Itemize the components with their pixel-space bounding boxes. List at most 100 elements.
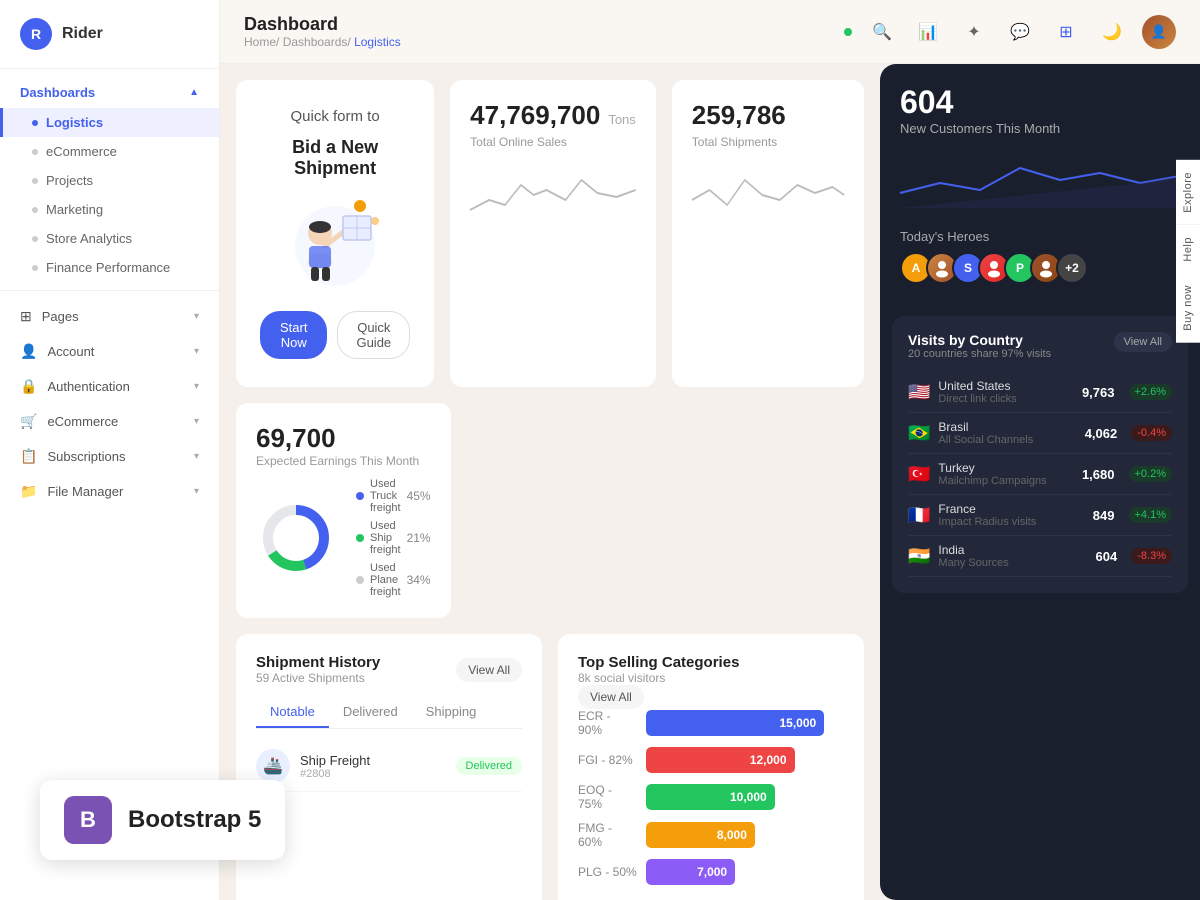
bootstrap-icon: B xyxy=(64,796,112,844)
visits-header-text: Visits by Country 20 countries share 97%… xyxy=(908,332,1051,360)
fr-name: France xyxy=(938,502,1036,516)
help-tab[interactable]: Help xyxy=(1176,225,1200,274)
shipment-history-card: Shipment History 59 Active Shipments Vie… xyxy=(236,634,542,900)
breadcrumb-home[interactable]: Home/ xyxy=(244,35,283,49)
in-flag: 🇮🇳 xyxy=(908,546,930,567)
promo-buttons: Start Now Quick Guide xyxy=(260,311,410,359)
subscriptions-icon: 📋 xyxy=(20,448,37,465)
moon-icon[interactable]: 🌙 xyxy=(1096,16,1128,48)
categories-view-all-button[interactable]: View All xyxy=(578,685,644,709)
ecommerce-icon: 🛒 xyxy=(20,413,37,430)
bar-plg-fill: 7,000 xyxy=(646,859,735,885)
us-source: Direct link clicks xyxy=(938,393,1016,405)
bar-fmg: FMG - 60% 8,000 xyxy=(578,821,844,849)
categories-bars: ECR - 90% 15,000 FGI - 82% 1 xyxy=(578,709,844,885)
truck-label: Used Truck freight xyxy=(370,478,401,514)
categories-card-header: Top Selling Categories 8k social visitor… xyxy=(578,654,844,709)
user-avatar[interactable]: 👤 xyxy=(1142,15,1176,49)
grid-icon[interactable]: ⊞ xyxy=(1050,16,1082,48)
tr-change: +0.2% xyxy=(1129,466,1173,482)
header-right: 🔍 📊 ✦ 💬 ⊞ 🌙 👤 xyxy=(844,15,1176,49)
sidebar-nav-subscriptions[interactable]: 📋 Subscriptions ▾ xyxy=(0,439,219,474)
ship-value: 21% xyxy=(407,531,431,545)
plane-dot xyxy=(356,576,364,584)
shipment-view-all-button[interactable]: View All xyxy=(456,658,522,682)
total-sales-unit: Tons xyxy=(608,112,635,127)
buy-now-tab[interactable]: Buy now xyxy=(1176,273,1200,343)
sidebar-item-projects[interactable]: Projects xyxy=(0,166,219,195)
tab-notable[interactable]: Notable xyxy=(256,697,329,728)
br-change: -0.4% xyxy=(1131,425,1172,441)
main-area: Dashboard Home/ Dashboards/ Logistics 🔍 … xyxy=(220,0,1200,900)
sidebar-item-label: Store Analytics xyxy=(46,231,132,246)
promo-illustration xyxy=(265,191,405,291)
start-now-button[interactable]: Start Now xyxy=(260,311,327,359)
account-icon: 👤 xyxy=(20,343,37,360)
nav-label: Pages xyxy=(42,309,79,324)
tab-shipping[interactable]: Shipping xyxy=(412,697,491,728)
shipment-header-text: Shipment History 59 Active Shipments xyxy=(256,654,380,685)
sidebar-item-marketing[interactable]: Marketing xyxy=(0,195,219,224)
explore-tab[interactable]: Explore xyxy=(1176,160,1200,225)
us-change: +2.6% xyxy=(1129,384,1173,400)
sidebar-nav-file-manager[interactable]: 📁 File Manager ▾ xyxy=(0,474,219,509)
plane-label: Used Plane freight xyxy=(370,562,401,598)
categories-header-text: Top Selling Categories 8k social visitor… xyxy=(578,654,844,685)
tab-delivered[interactable]: Delivered xyxy=(329,697,412,728)
us-flag: 🇺🇸 xyxy=(908,382,930,403)
sidebar-item-label: Logistics xyxy=(46,115,103,130)
nav-label: eCommerce xyxy=(47,414,118,429)
fr-value: 849 xyxy=(1093,508,1115,523)
shipment-card-header: Shipment History 59 Active Shipments Vie… xyxy=(256,654,522,685)
truck-legend-item: Used Truck freight 45% xyxy=(356,478,431,514)
in-name: India xyxy=(938,543,1008,557)
chart-icon[interactable]: 📊 xyxy=(912,16,944,48)
visits-view-all-button[interactable]: View All xyxy=(1114,332,1172,352)
ship-id: #2808 xyxy=(300,768,370,780)
fr-flag: 🇫🇷 xyxy=(908,505,930,526)
chat-icon[interactable]: 💬 xyxy=(1004,16,1036,48)
dashboards-section-header[interactable]: Dashboards ▲ xyxy=(0,77,219,108)
sidebar-item-logistics[interactable]: Logistics xyxy=(0,108,219,137)
pages-icon: ⊞ xyxy=(20,308,32,325)
sidebar-nav-ecommerce[interactable]: 🛒 eCommerce ▾ xyxy=(0,404,219,439)
categories-card: Top Selling Categories 8k social visitor… xyxy=(558,634,864,900)
sales-mini-chart xyxy=(470,165,636,225)
search-icon[interactable]: 🔍 xyxy=(866,16,898,48)
ship-name: Ship Freight xyxy=(300,753,370,768)
sidebar-nav-account[interactable]: 👤 Account ▾ xyxy=(0,334,219,369)
person-icon-3 xyxy=(1037,259,1055,277)
breadcrumb: Home/ Dashboards/ Logistics xyxy=(244,35,401,49)
in-info: India Many Sources xyxy=(938,543,1008,569)
bar-ecr-fill: 15,000 xyxy=(646,710,824,736)
bar-plg: PLG - 50% 7,000 xyxy=(578,859,844,885)
middle-stats-row: 69,700 Expected Earnings This Month xyxy=(236,403,864,618)
us-name: United States xyxy=(938,379,1016,393)
logo-icon: R xyxy=(20,18,52,50)
tr-value: 1,680 xyxy=(1082,467,1115,482)
truck-dot xyxy=(356,492,364,500)
sidebar-nav-authentication[interactable]: 🔒 Authentication ▾ xyxy=(0,369,219,404)
header-left: Dashboard Home/ Dashboards/ Logistics xyxy=(244,14,401,49)
in-value: 604 xyxy=(1096,549,1118,564)
nav-label: File Manager xyxy=(47,484,123,499)
total-shipments-card: 259,786 Total Shipments xyxy=(672,80,864,387)
bar-fgi-label: FGI - 82% xyxy=(578,753,638,767)
dot xyxy=(32,236,38,242)
sidebar-item-store-analytics[interactable]: Store Analytics xyxy=(0,224,219,253)
sidebar-nav-pages[interactable]: ⊞ Pages ▾ xyxy=(0,299,219,334)
settings-icon[interactable]: ✦ xyxy=(958,16,990,48)
categories-title: Top Selling Categories xyxy=(578,654,844,671)
heroes-section: Today's Heroes A S xyxy=(900,229,1180,284)
breadcrumb-dashboards[interactable]: Dashboards/ xyxy=(283,35,354,49)
quick-guide-button[interactable]: Quick Guide xyxy=(337,311,410,359)
us-value: 9,763 xyxy=(1082,385,1115,400)
sidebar-item-finance-performance[interactable]: Finance Performance xyxy=(0,253,219,282)
sidebar-item-ecommerce[interactable]: eCommerce xyxy=(0,137,219,166)
chevron-down-icon: ▾ xyxy=(194,311,199,322)
tr-flag: 🇹🇷 xyxy=(908,464,930,485)
tr-source: Mailchimp Campaigns xyxy=(938,475,1046,487)
logo-area[interactable]: R Rider xyxy=(0,0,219,69)
earnings-card: 69,700 Expected Earnings This Month xyxy=(236,403,451,618)
ship-label: Used Ship freight xyxy=(370,520,401,556)
